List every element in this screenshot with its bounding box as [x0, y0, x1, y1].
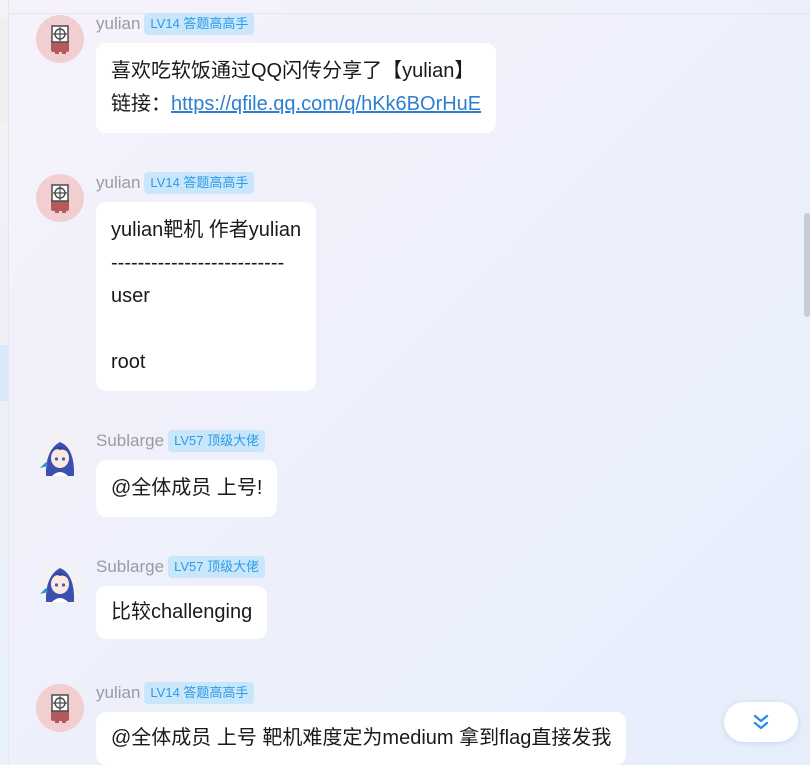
message-text: root [111, 351, 146, 373]
message-text: user [111, 285, 150, 307]
level-badge: LV14 答题高高手 [144, 13, 255, 35]
level-badge: LV57 顶级大佬 [168, 430, 266, 452]
target-person-avatar [51, 694, 69, 723]
level-badge: LV14 答题高高手 [144, 682, 255, 704]
avatar[interactable] [36, 15, 84, 63]
share-link[interactable]: https://qfile.qq.com/q/hKk6BOrHuE [171, 93, 481, 115]
scrollbar[interactable] [804, 0, 810, 765]
scrollbar-thumb[interactable] [804, 213, 810, 317]
avatar[interactable] [36, 432, 84, 480]
avatar[interactable] [36, 684, 84, 732]
double-chevron-down-icon [753, 714, 769, 730]
avatar[interactable] [36, 558, 84, 606]
target-person-avatar [51, 25, 69, 54]
message-text: @全体成员 上号! [111, 477, 263, 499]
level-badge: LV14 答题高高手 [144, 172, 255, 194]
sender-name[interactable]: yulian [96, 173, 140, 193]
message-bubble[interactable]: 喜欢吃软饭通过QQ闪传分享了【yulian】 链接：https://qfile.… [96, 43, 497, 133]
list-item-edge[interactable] [0, 18, 8, 124]
message-bubble[interactable]: @全体成员 上号 靶机难度定为medium 拿到flag直接发我 [96, 712, 627, 765]
jump-to-latest-button[interactable] [724, 702, 798, 742]
message-text: @全体成员 上号 靶机难度定为medium 拿到flag直接发我 [111, 727, 612, 749]
message-text: yulian靶机 作者yulian [111, 219, 302, 241]
conversation-list-edge [0, 0, 9, 765]
sender-name[interactable]: Sublarge [96, 557, 164, 577]
message-text: -------------------------- [111, 252, 285, 274]
link-prefix: 链接： [111, 93, 171, 115]
message-text: 比较challenging [111, 601, 253, 623]
message-text [111, 313, 301, 346]
anime-girl-avatar [36, 558, 84, 606]
level-badge: LV57 顶级大佬 [168, 556, 266, 578]
avatar[interactable] [36, 174, 84, 222]
message-bubble[interactable]: yulian靶机 作者yulian ----------------------… [96, 202, 317, 391]
target-person-avatar [51, 184, 69, 213]
anime-girl-avatar [36, 432, 84, 480]
message-text: 喜欢吃软饭通过QQ闪传分享了【yulian】 [111, 60, 475, 82]
message-bubble[interactable]: @全体成员 上号! [96, 460, 278, 517]
message-bubble[interactable]: 比较challenging [96, 586, 268, 639]
selected-conversation-edge[interactable] [0, 345, 8, 401]
sender-name[interactable]: Sublarge [96, 431, 164, 451]
sender-name[interactable]: yulian [96, 14, 140, 34]
sender-name[interactable]: yulian [96, 683, 140, 703]
